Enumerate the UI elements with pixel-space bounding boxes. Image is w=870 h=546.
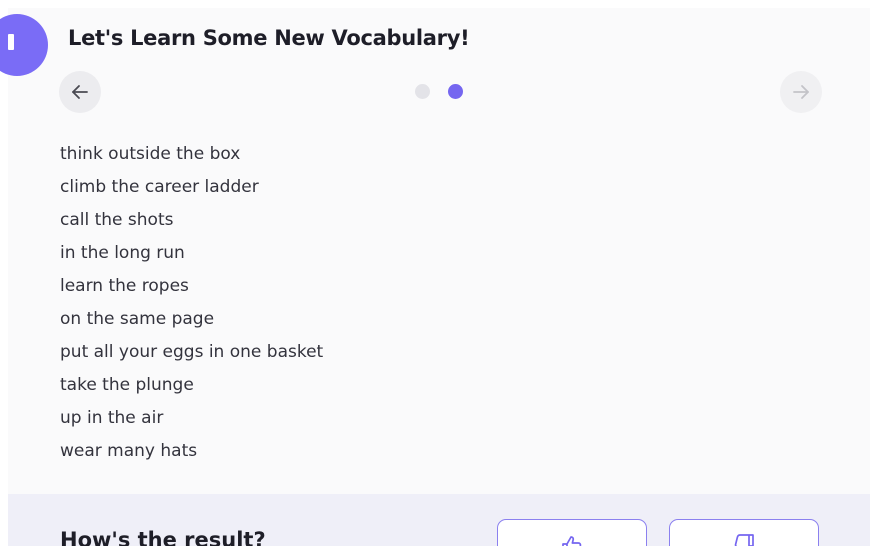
list-item: learn the ropes xyxy=(60,276,189,296)
arrow-left-icon xyxy=(72,85,88,99)
avatar-mark xyxy=(8,34,14,50)
list-item: on the same page xyxy=(60,309,215,329)
carousel-dot-1[interactable] xyxy=(415,84,430,99)
list-item: up in the air xyxy=(60,408,164,428)
list-item: call the shots xyxy=(60,210,174,230)
arrow-right-icon xyxy=(793,85,809,99)
list-item: take the plunge xyxy=(60,375,194,395)
vocabulary-list: think outside the box climb the career l… xyxy=(60,140,323,470)
list-item: climb the career ladder xyxy=(60,177,259,197)
dislike-button[interactable] xyxy=(669,519,819,546)
feedback-panel: How's the result? xyxy=(8,494,870,546)
carousel-pagination xyxy=(415,84,463,99)
thumbs-up-icon xyxy=(562,536,582,546)
list-item: wear many hats xyxy=(60,441,198,461)
list-item: put all your eggs in one basket xyxy=(60,342,324,362)
page-title: Let's Learn Some New Vocabulary! xyxy=(68,26,470,50)
like-button[interactable] xyxy=(497,519,647,546)
thumbs-down-icon xyxy=(734,534,754,546)
carousel-dot-2[interactable] xyxy=(448,84,463,99)
feedback-title: How's the result? xyxy=(60,528,266,546)
list-item: think outside the box xyxy=(60,144,241,164)
list-item: in the long run xyxy=(60,243,185,263)
next-button[interactable] xyxy=(780,71,822,113)
avatar xyxy=(0,14,48,76)
previous-button[interactable] xyxy=(59,71,101,113)
